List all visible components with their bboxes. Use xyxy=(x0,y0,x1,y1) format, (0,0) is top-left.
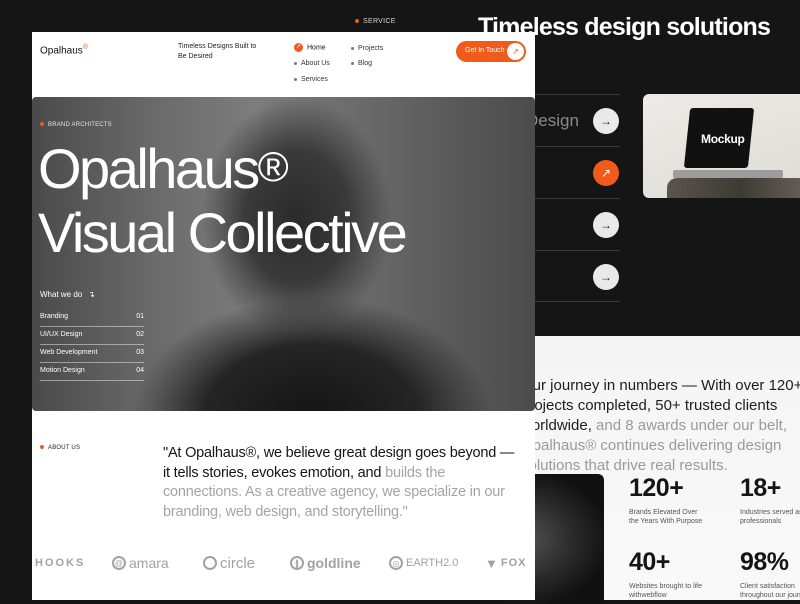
at-symbol-icon: @ xyxy=(112,556,126,570)
arrow-up-right-icon[interactable]: ↗ xyxy=(593,160,619,186)
nav-home[interactable]: ↗ Home xyxy=(294,43,326,52)
arrow-right-icon[interactable]: → xyxy=(593,108,619,134)
bullet-dot-icon xyxy=(351,61,354,65)
service-row[interactable]: Design → xyxy=(526,94,620,146)
laptop-base xyxy=(673,170,783,178)
arrow-right-icon[interactable]: → xyxy=(593,212,619,238)
numbers-section: Our journey in numbers — With over 120+ … xyxy=(500,336,800,604)
stat-satisfaction: 98% Client satisfaction throughout our j… xyxy=(740,548,800,599)
hero-service-motion[interactable]: Motion Design 04 xyxy=(40,363,144,381)
stat-brands: 120+ Brands Elevated Over the Years With… xyxy=(629,474,703,525)
bullet-dot-icon xyxy=(351,46,354,50)
brand-logo-circle: circle xyxy=(203,552,255,574)
service-list: Design → ↗ → → xyxy=(526,94,620,302)
arrow-right-icon[interactable]: → xyxy=(593,264,619,290)
bars-icon: ∥ xyxy=(290,556,304,570)
hero-service-uiux[interactable]: UI/UX Design 02 xyxy=(40,327,144,345)
service-row[interactable]: → xyxy=(530,250,620,302)
circle-icon xyxy=(203,556,217,570)
bullet-dot-icon xyxy=(294,61,297,65)
logo[interactable]: Opalhaus® xyxy=(40,44,88,56)
service-row[interactable]: → xyxy=(530,198,620,250)
rock-pedestal xyxy=(667,178,800,198)
globe-icon: ◎ xyxy=(389,556,403,570)
get-in-touch-button[interactable]: Get In Touch ↗ xyxy=(456,41,526,62)
about-quote: "At Opalhaus®, we believe great design g… xyxy=(163,445,515,520)
brand-logo-hooks: HOOKS xyxy=(35,557,86,569)
brand-logo-fox: ▼ FOX xyxy=(485,555,527,571)
nav-services[interactable]: Services xyxy=(294,76,328,83)
homepage-card: Opalhaus® Timeless Designs Built to Be D… xyxy=(32,32,535,600)
arrow-down-icon: ↴ xyxy=(88,290,95,299)
hero-banner: BRAND ARCHITECTS Opalhaus® Visual Collec… xyxy=(32,97,535,411)
service-row[interactable]: ↗ xyxy=(530,146,620,198)
mockup-label: Mockup xyxy=(701,132,745,146)
bullet-dot-icon xyxy=(294,77,297,81)
home-indicator-icon: ↗ xyxy=(294,43,303,52)
about-tag: ABOUT US xyxy=(40,445,80,451)
nav-blog[interactable]: Blog xyxy=(351,60,372,67)
bullet-dot-icon xyxy=(355,19,359,24)
hero-service-webdev[interactable]: Web Development 03 xyxy=(40,345,144,363)
stat-industries: 18+ Industries served as professionals xyxy=(740,474,800,525)
brand-logos-row: HOOKS @ amara circle ∥ goldline ◎ EARTH2.0 … xyxy=(32,552,535,576)
brand-logo-earth: ◎ EARTH2.0 xyxy=(389,552,458,574)
what-we-do-label: What we do ↴ xyxy=(40,290,95,299)
hero-title: Opalhaus® Visual Collective xyxy=(38,137,408,264)
fox-icon: ▼ xyxy=(485,555,499,571)
service-section-tag: SERVICE xyxy=(355,18,396,25)
nav-projects[interactable]: Projects xyxy=(351,45,383,52)
header-tagline: Timeless Designs Built to Be Desired xyxy=(178,43,257,60)
hero-tag: BRAND ARCHITECTS xyxy=(40,122,112,128)
bullet-dot-icon xyxy=(40,445,44,450)
mockup-image: Mockup xyxy=(643,94,800,198)
hero-service-branding[interactable]: Branding 01 xyxy=(40,309,144,327)
brand-logo-goldline: ∥ goldline xyxy=(290,552,361,574)
brand-logo-amara: @ amara xyxy=(112,552,169,574)
journey-text: Our journey in numbers — With over 120+ … xyxy=(521,377,800,474)
nav-about[interactable]: About Us xyxy=(294,60,330,67)
bullet-dot-icon xyxy=(40,122,44,127)
arrow-up-right-icon: ↗ xyxy=(507,43,524,60)
stat-websites: 40+ Websites brought to life withwebflow xyxy=(629,548,703,599)
